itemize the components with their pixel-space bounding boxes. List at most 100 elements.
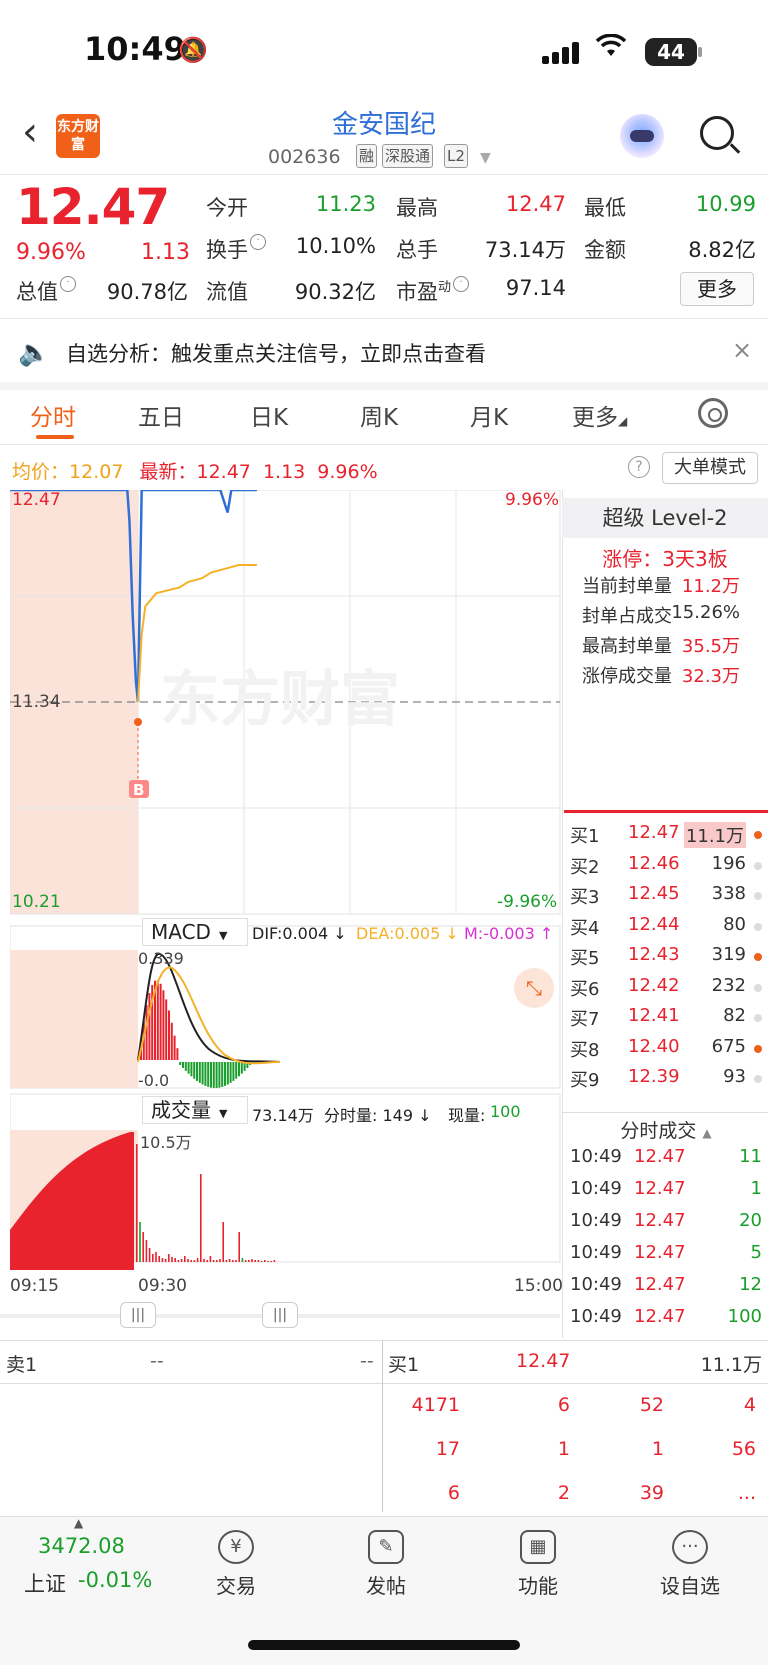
add-watchlist-icon: ··· — [672, 1530, 708, 1564]
tab-five-day[interactable]: 五日 — [138, 398, 184, 432]
volume-bar — [228, 1259, 231, 1262]
volume-bar — [203, 1259, 205, 1262]
intraday-chart[interactable]: 东方财富 B 0.339 -0.0 10.5万 — [10, 490, 562, 1290]
tag-l2: L2 — [444, 144, 468, 168]
info-icon[interactable]: · — [60, 276, 76, 292]
latest-change: 1.13 — [262, 461, 306, 483]
index-name[interactable]: 上证 — [24, 1568, 66, 1598]
tick-price: 12.47 — [634, 1242, 686, 1263]
seal-ratio-label: 封单占成交 — [582, 606, 672, 627]
bid-row[interactable]: 买8 12.40 675 — [566, 1036, 766, 1064]
bid-row[interactable]: 买4 12.44 80 — [566, 914, 766, 942]
bid-price: 12.42 — [628, 974, 680, 996]
expand-icon[interactable]: ⤡ — [514, 968, 554, 1008]
nav-functions[interactable]: ▦ 功能 — [478, 1530, 598, 1599]
x-label-930: 09:30 — [138, 1276, 187, 1296]
avg-label: 均价： — [12, 461, 70, 483]
bid-level-label: 买3 — [570, 887, 600, 908]
nav-add-watchlist[interactable]: ··· 设自选 — [630, 1530, 750, 1599]
volume-bar — [273, 1260, 276, 1262]
bid-row[interactable]: 买1 12.47 11.1万 — [566, 822, 766, 850]
stock-switch-icon[interactable]: ▼ — [480, 150, 491, 166]
volume-bar — [254, 1260, 256, 1262]
macd-bar — [221, 1062, 224, 1087]
volume-bar — [168, 1254, 170, 1262]
tab-week-k[interactable]: 周K — [360, 398, 398, 432]
tab-more[interactable]: 更多◢ — [572, 398, 627, 432]
notice-text[interactable]: 自选分析：触发重点关注信号，立即点击查看 — [66, 338, 486, 368]
bid-row[interactable]: 买9 12.39 93 — [566, 1066, 766, 1094]
volume-now-value: 100 — [490, 1102, 521, 1121]
search-icon[interactable] — [700, 116, 734, 150]
bid-activity-dot — [754, 861, 762, 870]
seal-volume-label: 当前封单量 — [582, 576, 672, 597]
stat-label-float: 流值 — [206, 280, 248, 304]
queue-order-size: ... — [737, 1482, 756, 1504]
queue-order-size: 2 — [557, 1482, 570, 1504]
tick-time: 10:49 — [570, 1146, 622, 1167]
bid-row[interactable]: 买6 12.42 232 — [566, 975, 766, 1003]
bid-row[interactable]: 买7 12.41 82 — [566, 1005, 766, 1033]
volume-bar — [155, 1252, 157, 1262]
pct-bottom-label: -9.96% — [497, 892, 558, 912]
close-icon[interactable]: × — [732, 336, 752, 364]
range-handle-left[interactable]: ||| — [120, 1302, 156, 1328]
nav-post[interactable]: ✎ 发帖 — [326, 1530, 446, 1599]
bid-row[interactable]: 买5 12.43 319 — [566, 944, 766, 972]
bid-row[interactable]: 买2 12.46 196 — [566, 853, 766, 881]
macd-bar — [218, 1062, 221, 1088]
stat-value-high: 12.47 — [505, 192, 566, 216]
tick-price: 12.47 — [634, 1178, 686, 1199]
index-change[interactable]: -0.01% — [78, 1568, 152, 1592]
info-icon[interactable]: · — [250, 234, 266, 250]
help-icon[interactable]: ? — [628, 456, 650, 478]
tab-day-k[interactable]: 日K — [250, 398, 288, 432]
macd-selector-label: MACD — [151, 920, 211, 944]
level2-title[interactable]: 超级 Level-2 — [562, 498, 768, 538]
tab-more-label: 更多 — [572, 405, 618, 431]
macd-dif-line — [137, 952, 281, 1063]
bid-price: 12.43 — [628, 944, 680, 965]
assistant-robot-icon[interactable] — [620, 114, 664, 158]
range-handle-right[interactable]: ||| — [262, 1302, 298, 1328]
tab-month-k[interactable]: 月K — [470, 398, 508, 432]
volume-bar — [241, 1258, 244, 1262]
volume-bar — [257, 1260, 260, 1262]
macd-bar — [224, 1062, 226, 1086]
bid-row[interactable]: 买3 12.45 338 — [566, 883, 766, 911]
tick-trades-title[interactable]: 分时成交 ▲ — [564, 1116, 768, 1143]
more-button[interactable]: 更多 — [680, 272, 754, 306]
back-icon[interactable]: ‹ — [22, 112, 38, 152]
volume-bar — [216, 1260, 218, 1262]
macd-bar — [179, 1062, 182, 1066]
volume-selector[interactable]: 成交量 ▼ — [142, 1096, 248, 1124]
settings-gear-icon[interactable] — [698, 398, 728, 428]
index-value[interactable]: 3472.08 — [38, 1534, 125, 1558]
volume-bar — [180, 1259, 183, 1262]
nav-add-watchlist-label: 设自选 — [660, 1574, 720, 1598]
bid-price: 12.40 — [628, 1035, 680, 1057]
volume-bar — [270, 1261, 272, 1262]
macd-bar — [204, 1062, 207, 1086]
bid1-volume: 11.1万 — [700, 1354, 762, 1376]
bid-price: 12.46 — [628, 852, 680, 874]
info-icon[interactable]: · — [453, 276, 470, 292]
macd-selector[interactable]: MACD ▼ — [142, 918, 248, 946]
max-seal-label: 最高封单量 — [582, 636, 672, 657]
bid-activity-dot — [754, 831, 762, 839]
bid-price: 12.44 — [628, 913, 680, 935]
nav-trade[interactable]: ¥ 交易 — [176, 1530, 296, 1599]
volume-bar — [225, 1260, 228, 1262]
macd-bar — [201, 1062, 204, 1085]
volume-selector-label: 成交量 — [151, 1098, 211, 1122]
macd-bar — [196, 1062, 198, 1081]
big-order-mode-button[interactable]: 大单模式 — [662, 452, 758, 484]
tab-intraday[interactable]: 分时 — [30, 398, 76, 432]
macd-bar — [162, 990, 165, 1060]
stock-name[interactable]: 金安国纪 — [300, 104, 468, 141]
volume-bar — [152, 1254, 154, 1262]
pe-dynamic-sup: 动 — [438, 280, 452, 295]
bid-activity-dot — [754, 953, 762, 961]
home-indicator — [248, 1640, 520, 1650]
y-mid-label: 11.34 — [12, 692, 61, 712]
